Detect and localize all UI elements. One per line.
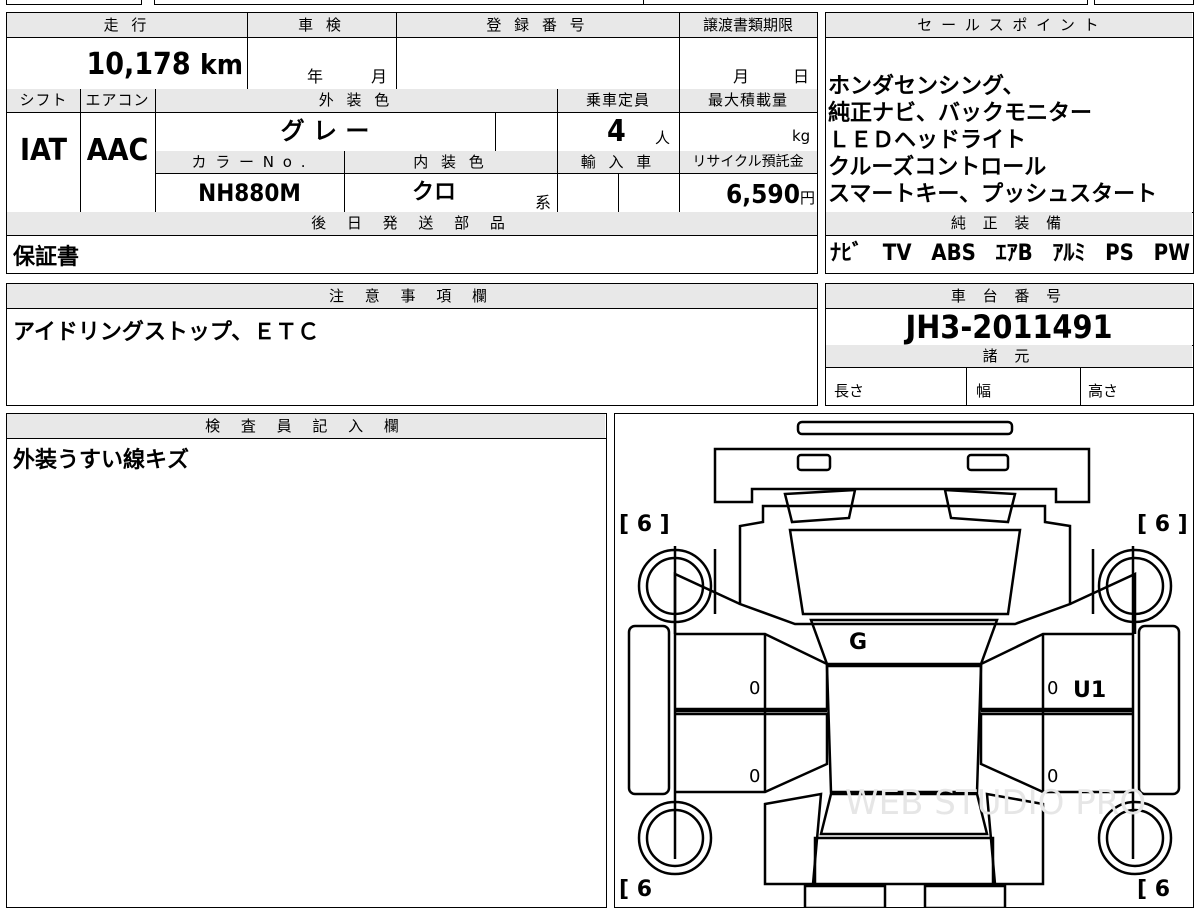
- chassis-number: JH3-2011491: [905, 308, 1113, 346]
- interior-color-value: クロ: [411, 180, 456, 205]
- equip-item: ｴｱB: [995, 241, 1033, 266]
- sales-point-list: ホンダセンシング、 純正ナビ、バックモニター ＬＥＤヘッドライト クルーズコント…: [828, 73, 1190, 208]
- max-load-label: 最大積載量: [679, 89, 817, 112]
- left-rear-door-zero: 0: [749, 766, 761, 787]
- sales-point-line: クルーズコントロール: [828, 155, 1047, 180]
- max-load-unit: kg: [792, 127, 811, 145]
- capacity-label: 乗車定員: [557, 89, 679, 112]
- width-label: 幅: [976, 382, 992, 400]
- tire-rear-left-rating: [ 6: [619, 877, 653, 902]
- equip-item: PS: [1105, 241, 1134, 266]
- inspection-year: 年: [307, 67, 324, 86]
- genuine-equipment-label: 純 正 装 備: [826, 212, 1192, 235]
- left-front-door-zero: 0: [749, 678, 761, 699]
- top-strip: [6, 0, 1194, 5]
- sales-point-label: セ ー ル ス ポ イ ン ト: [826, 13, 1192, 37]
- notes-label: 注 意 事 項 欄: [7, 284, 817, 308]
- tire-rear-right-rating: [ 6: [1137, 877, 1171, 902]
- sales-point-line: 純正ナビ、バックモニター: [828, 101, 1093, 126]
- mileage-value: 10,178 km: [7, 43, 243, 87]
- shift-value: IAT: [19, 133, 67, 168]
- inspector-label: 検 査 員 記 入 欄: [7, 414, 605, 438]
- notes-panel: 注 意 事 項 欄 アイドリングストップ、ＥＴＣ: [6, 283, 818, 406]
- aircon-label: エアコン: [80, 89, 155, 112]
- recycle-amount: 6,590: [725, 180, 800, 210]
- color-no-value: NH880M: [198, 179, 301, 207]
- transfer-month: 月: [733, 67, 750, 86]
- mileage-label: 走 行: [7, 13, 247, 37]
- tire-front-left-rating: [ 6 ]: [619, 512, 670, 537]
- equip-item: ABS: [931, 241, 976, 266]
- capacity-unit: 人: [655, 129, 671, 147]
- recycle-label: リサイクル預託金: [679, 151, 817, 173]
- recycle-value: 6,590円: [679, 177, 815, 216]
- sales-point-line: スマートキー、プッシュスタート: [828, 182, 1158, 207]
- later-parts-value: 保証書: [13, 245, 80, 270]
- length-label: 長さ: [834, 382, 865, 400]
- sales-point-line: ＬＥＤヘッドライト: [828, 128, 1027, 153]
- mileage-unit: km: [200, 48, 243, 81]
- equip-item: TV: [882, 241, 912, 266]
- spec-label: 諸 元: [826, 345, 1192, 367]
- aircon-value: AAC: [86, 133, 149, 168]
- chassis-panel: 車 台 番 号 JH3-2011491 諸 元 長さ 幅 高さ: [825, 283, 1194, 406]
- car-damage-diagram: WEB STUDIO PRO [ 6 ] [ 6 ] [ 6 [ 6 G U1 …: [614, 413, 1194, 908]
- inspector-panel: 検 査 員 記 入 欄 外装うすい線キズ: [6, 413, 607, 908]
- tire-front-right-rating: [ 6 ]: [1137, 512, 1188, 537]
- height-label: 高さ: [1088, 382, 1119, 400]
- transfer-deadline-label: 譲渡書類期限: [679, 13, 817, 37]
- exterior-color-value: グ レ ー: [280, 117, 370, 145]
- recycle-unit: 円: [799, 189, 815, 207]
- color-no-label: カ ラ ー N o .: [155, 151, 344, 173]
- registration-label: 登 録 番 号: [396, 13, 679, 37]
- interior-color-suffix: 系: [535, 193, 552, 212]
- watermark-text: WEB STUDIO PRO: [845, 783, 1146, 823]
- right-front-door-zero: 0: [1047, 678, 1059, 699]
- shift-label: シフト: [7, 89, 80, 112]
- right-door-damage-mark: U1: [1073, 678, 1107, 703]
- vehicle-info-table: 走 行 車 検 登 録 番 号 譲渡書類期限 10,178 km 年 月 月 日…: [6, 12, 818, 274]
- roof-damage-mark: G: [849, 630, 868, 655]
- mileage-number: 10,178: [86, 47, 191, 82]
- sales-point-line: ホンダセンシング、: [828, 74, 1025, 99]
- car-outline-svg: WEB STUDIO PRO: [627, 420, 1181, 907]
- chassis-label: 車 台 番 号: [826, 284, 1192, 308]
- import-label: 輸 入 車: [557, 151, 679, 173]
- inspection-label: 車 検: [247, 13, 396, 37]
- later-parts-label: 後 日 発 送 部 品: [7, 212, 817, 235]
- transfer-day: 日: [793, 67, 810, 86]
- inspection-month: 月: [371, 67, 388, 86]
- genuine-equipment-list: ﾅﾋﾞ TV ABS ｴｱB ｱﾙﾐ PS PW: [830, 237, 1190, 271]
- capacity-value: 4: [607, 114, 626, 149]
- equip-item: PW: [1153, 241, 1190, 266]
- inspector-note: 外装うすい線キズ: [13, 448, 190, 473]
- right-rear-door-zero: 0: [1047, 766, 1059, 787]
- sales-point-panel: セ ー ル ス ポ イ ン ト ホンダセンシング、 純正ナビ、バックモニター Ｌ…: [825, 12, 1194, 274]
- notes-value: アイドリングストップ、ＥＴＣ: [13, 320, 320, 345]
- interior-color-label: 内 装 色: [344, 151, 557, 173]
- exterior-color-label: 外 装 色: [155, 89, 557, 112]
- equip-item: ﾅﾋﾞ: [830, 241, 864, 266]
- equip-item: ｱﾙﾐ: [1052, 241, 1086, 266]
